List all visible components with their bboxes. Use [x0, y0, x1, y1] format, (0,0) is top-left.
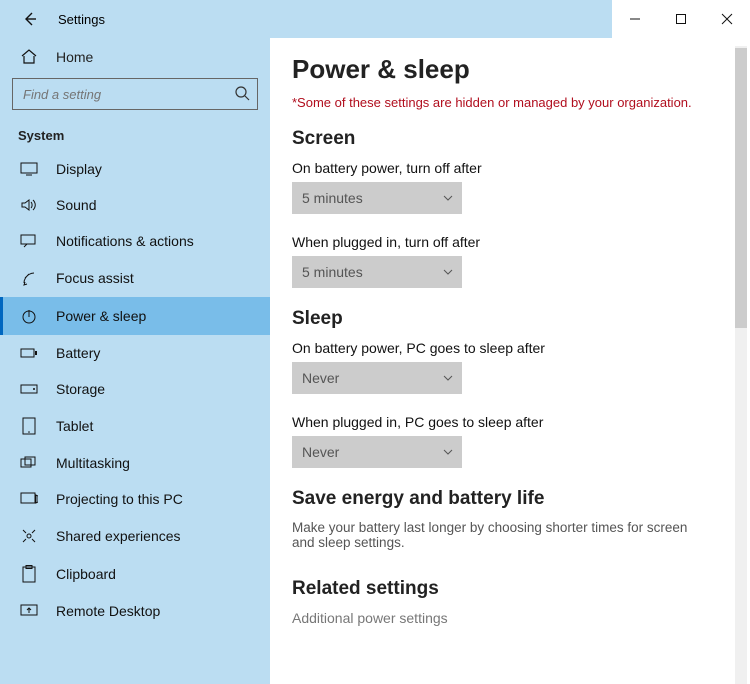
notifications-icon — [18, 234, 40, 248]
close-button[interactable] — [704, 0, 750, 38]
project-icon — [18, 492, 40, 506]
screen-heading: Screen — [292, 128, 710, 150]
sidebar-item-label: Power & sleep — [56, 308, 146, 324]
sleep-battery-label: On battery power, PC goes to sleep after — [292, 340, 710, 356]
sidebar-item-label: Storage — [56, 381, 105, 397]
select-value: 5 minutes — [302, 264, 363, 280]
sleep-plugged-select[interactable]: Never — [292, 436, 462, 468]
remote-icon — [18, 604, 40, 618]
home-icon — [18, 48, 40, 66]
sidebar-item-projecting[interactable]: Projecting to this PC — [0, 481, 270, 517]
scrollbar[interactable] — [732, 38, 750, 684]
scrollbar-thumb[interactable] — [735, 48, 747, 328]
chevron-down-icon — [442, 192, 454, 204]
sidebar: Home TenForums.com System Display Sound — [0, 38, 270, 684]
page-title: Power & sleep — [292, 54, 710, 85]
save-energy-desc: Make your battery last longer by choosin… — [292, 520, 710, 550]
sleep-heading: Sleep — [292, 308, 710, 330]
sidebar-item-label: Shared experiences — [56, 528, 181, 544]
select-value: Never — [302, 370, 339, 386]
managed-note: *Some of these settings are hidden or ma… — [292, 95, 710, 110]
sidebar-item-sound[interactable]: Sound — [0, 187, 270, 223]
sidebar-item-label: Projecting to this PC — [56, 491, 183, 507]
sidebar-item-tablet[interactable]: Tablet — [0, 407, 270, 445]
sleep-battery-select[interactable]: Never — [292, 362, 462, 394]
sidebar-item-focus-assist[interactable]: Focus assist — [0, 259, 270, 297]
back-button[interactable] — [14, 11, 46, 27]
sound-icon — [18, 198, 40, 212]
nav-list: Display Sound Notifications & actions Fo… — [0, 151, 270, 684]
additional-power-link[interactable]: Additional power settings — [292, 610, 710, 626]
home-label: Home — [56, 49, 93, 65]
sidebar-item-remote-desktop[interactable]: Remote Desktop — [0, 593, 270, 629]
sidebar-item-label: Remote Desktop — [56, 603, 160, 619]
sleep-plugged-label: When plugged in, PC goes to sleep after — [292, 414, 710, 430]
select-value: Never — [302, 444, 339, 460]
sidebar-item-storage[interactable]: Storage — [0, 371, 270, 407]
sidebar-item-multitasking[interactable]: Multitasking — [0, 445, 270, 481]
chevron-down-icon — [442, 266, 454, 278]
sidebar-item-label: Focus assist — [56, 270, 134, 286]
tablet-icon — [18, 417, 40, 435]
focus-icon — [18, 269, 40, 287]
battery-icon — [18, 347, 40, 359]
screen-battery-label: On battery power, turn off after — [292, 160, 710, 176]
multitasking-icon — [18, 456, 40, 470]
clipboard-icon — [18, 565, 40, 583]
sidebar-item-battery[interactable]: Battery — [0, 335, 270, 371]
section-label: System — [0, 120, 270, 151]
select-value: 5 minutes — [302, 190, 363, 206]
maximize-button[interactable] — [658, 0, 704, 38]
sidebar-item-notifications[interactable]: Notifications & actions — [0, 223, 270, 259]
screen-battery-select[interactable]: 5 minutes — [292, 182, 462, 214]
sidebar-item-shared-experiences[interactable]: Shared experiences — [0, 517, 270, 555]
minimize-button[interactable] — [612, 0, 658, 38]
window-controls — [612, 0, 750, 38]
chevron-down-icon — [442, 372, 454, 384]
content: Power & sleep *Some of these settings ar… — [270, 38, 732, 684]
sidebar-item-label: Clipboard — [56, 566, 116, 582]
storage-icon — [18, 383, 40, 395]
titlebar: Settings — [0, 0, 750, 38]
screen-plugged-label: When plugged in, turn off after — [292, 234, 710, 250]
main-pane: Power & sleep *Some of these settings ar… — [270, 38, 750, 684]
sidebar-item-label: Tablet — [56, 418, 93, 434]
search-icon — [234, 85, 250, 101]
sidebar-item-display[interactable]: Display — [0, 151, 270, 187]
window-title: Settings — [58, 12, 105, 27]
related-heading: Related settings — [292, 578, 710, 600]
sidebar-item-label: Sound — [56, 197, 96, 213]
sidebar-item-label: Display — [56, 161, 102, 177]
search-input[interactable] — [12, 78, 258, 110]
home-link[interactable]: Home — [0, 38, 270, 72]
sidebar-item-power-sleep[interactable]: Power & sleep — [0, 297, 270, 335]
monitor-icon — [18, 162, 40, 176]
chevron-down-icon — [442, 446, 454, 458]
sidebar-item-label: Multitasking — [56, 455, 130, 471]
shared-icon — [18, 527, 40, 545]
sidebar-item-label: Notifications & actions — [56, 233, 194, 249]
sidebar-item-label: Battery — [56, 345, 100, 361]
power-icon — [18, 307, 40, 325]
sidebar-item-clipboard[interactable]: Clipboard — [0, 555, 270, 593]
save-energy-heading: Save energy and battery life — [292, 488, 710, 510]
screen-plugged-select[interactable]: 5 minutes — [292, 256, 462, 288]
